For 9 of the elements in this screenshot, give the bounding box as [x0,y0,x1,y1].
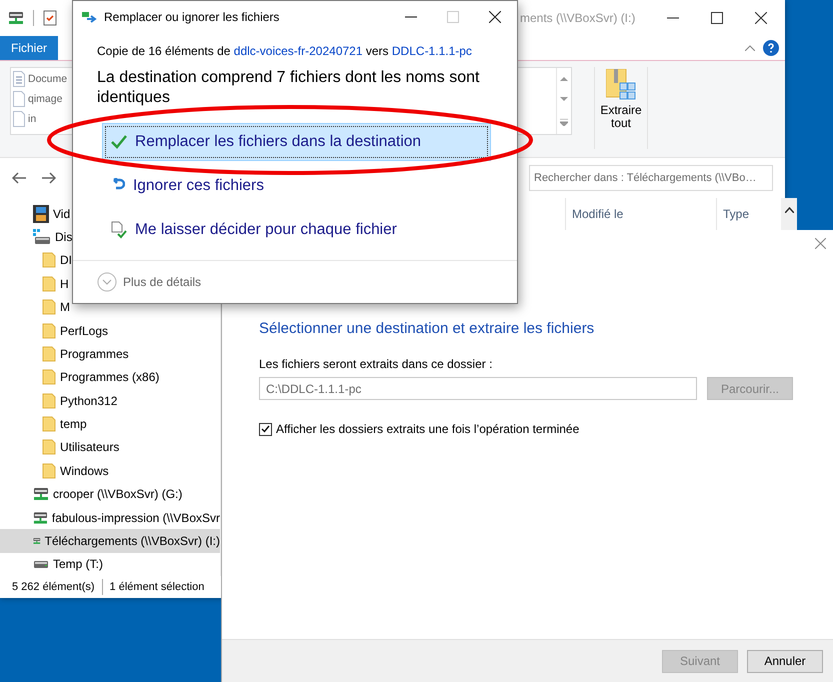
status-text: 5 262 élément(s) [12,581,95,593]
checkbox-label: Afficher les dossiers extraits une fois l’opération terminée [276,422,580,436]
folder-label: Les fichiers seront extraits dans ce dossier : [259,357,494,371]
dialog-title: Remplacer ou ignorer les fichiers [104,10,280,24]
window-title: ments (\\VBoxSvr) (I:) [520,11,636,25]
status-text: 1 élément sélection [110,581,204,593]
copy-summary: Copie de 16 éléments de ddlc-voices-fr-20240721 vers DDLC-1.1.1-pc [97,44,473,58]
dialog-headline: La destination comprend 7 fichiers dont les noms sont identiques [97,68,480,108]
wizard-heading: Sélectionner une destination et extraire les fichiers [259,320,596,337]
